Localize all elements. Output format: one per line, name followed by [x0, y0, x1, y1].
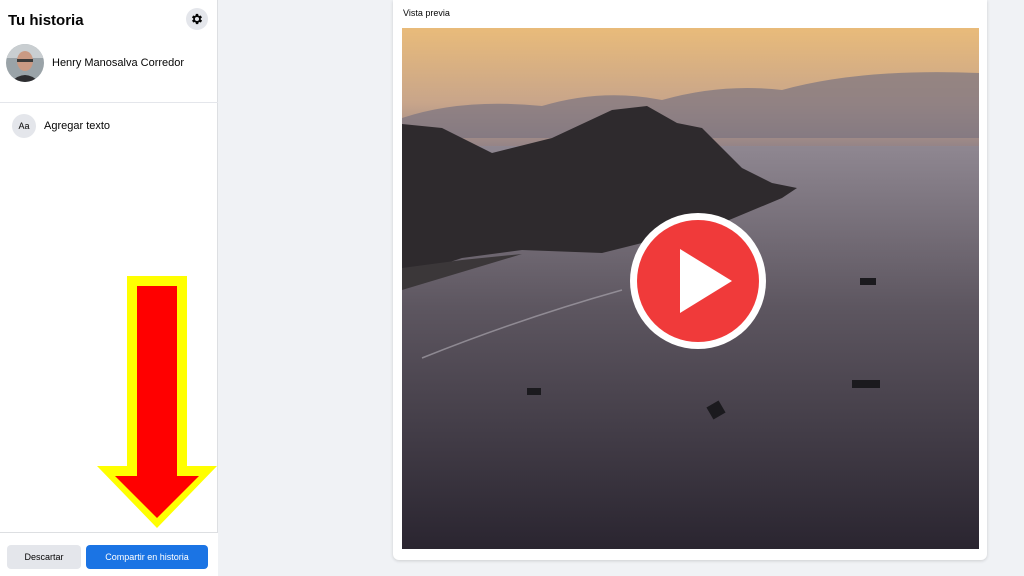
gear-icon	[191, 13, 203, 25]
settings-button[interactable]	[186, 8, 208, 30]
avatar	[6, 44, 44, 82]
story-actions: Descartar Compartir en historia	[0, 532, 218, 576]
discard-button[interactable]: Descartar	[7, 545, 81, 569]
text-icon: Aa	[12, 114, 36, 138]
preview-label: Vista previa	[403, 8, 450, 18]
play-icon[interactable]	[628, 211, 768, 351]
divider	[0, 102, 218, 103]
add-text-label: Agregar texto	[44, 120, 111, 132]
add-text-button[interactable]: Aa Agregar texto	[12, 114, 110, 138]
share-story-button[interactable]: Compartir en historia	[86, 545, 208, 569]
user-name: Henry Manosalva Corredor	[52, 57, 185, 69]
story-author: Henry Manosalva Corredor	[6, 44, 184, 82]
page-title: Tu historia	[8, 12, 84, 29]
down-arrow-annotation	[97, 276, 217, 528]
